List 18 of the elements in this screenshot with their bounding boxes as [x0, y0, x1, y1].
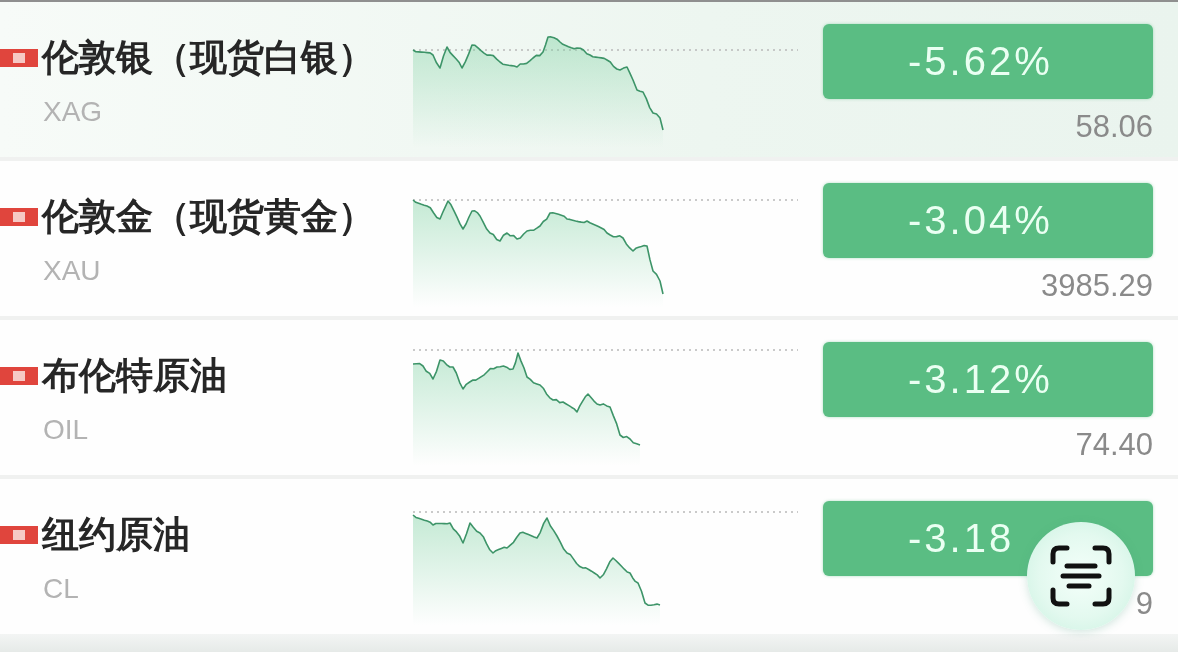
flag-icon: [0, 49, 38, 67]
instrument-name: 纽约原油: [42, 513, 190, 557]
price-text: 58.06: [1075, 109, 1153, 145]
price-text: 3985.29: [1040, 268, 1153, 304]
instrument-code: XAG: [43, 96, 103, 128]
price-text: 9: [1135, 586, 1153, 622]
flag-icon: [0, 367, 38, 385]
instrument-code: CL: [43, 573, 79, 605]
instrument-name: 伦敦金（现货黄金）: [42, 195, 375, 239]
scan-text-icon: [1049, 544, 1113, 608]
flag-icon: [0, 208, 38, 226]
instrument-code: OIL: [43, 414, 89, 446]
instrument-name: 伦敦银（现货白银）: [42, 36, 375, 80]
quote-row[interactable]: 伦敦银（现货白银） XAG -5.62% 58.06: [0, 2, 1178, 157]
price-text: 74.40: [1075, 427, 1153, 463]
instrument-code: XAU: [43, 255, 101, 287]
instrument-name: 布伦特原油: [42, 354, 227, 398]
flag-icon: [0, 526, 38, 544]
